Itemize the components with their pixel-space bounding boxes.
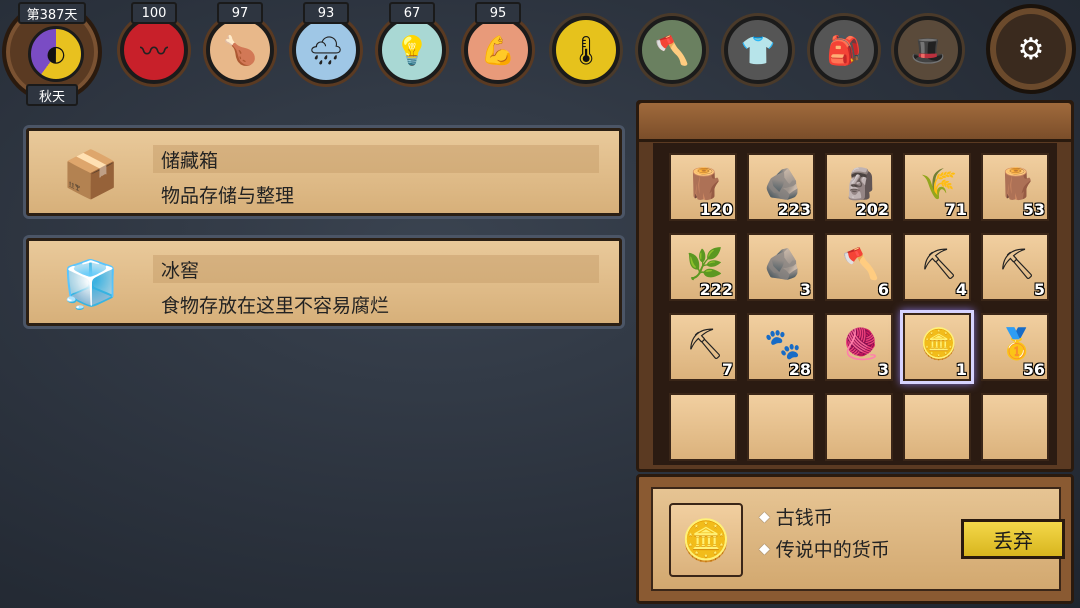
rain-cloud-icon: 🌧 xyxy=(292,16,360,84)
inventory-slot[interactable]: 🪵 53 xyxy=(981,153,1049,221)
item-count: 56 xyxy=(1022,360,1045,379)
item-detail-panel: 🪙 ◆ 古钱币 ◆ 传说中的货币 丢弃 xyxy=(636,474,1074,604)
hat-icon[interactable]: 🎩 xyxy=(894,16,962,84)
building-card[interactable]: 📦 储藏箱物品存储与整理 xyxy=(26,128,622,216)
inventory-slot[interactable]: ⛏ 7 xyxy=(669,313,737,381)
item-count: 6 xyxy=(877,280,889,299)
item-name-line: ◆ 古钱币 xyxy=(759,503,833,530)
empty-inventory-slot[interactable] xyxy=(669,393,737,461)
item-count: 5 xyxy=(1033,280,1045,299)
inventory-rim xyxy=(636,100,1074,142)
inventory-slot[interactable]: ⛏ 4 xyxy=(903,233,971,301)
inventory-slot[interactable]: 🪓 6 xyxy=(825,233,893,301)
building-description: 物品存储与整理 xyxy=(161,185,295,207)
inventory-panel: 🪵 120 🪨 223 🗿 202 🌾 71 🪵 53 🌿 222 🪨 3 🪓 6 ⛏ 4 ⛏ 5 ⛏ 7 🐾 28 🧶 3 🪙 1 🥇… xyxy=(636,100,1074,472)
backpack-slot-icon[interactable]: 🎒 xyxy=(810,16,878,84)
diamond-bullet-icon: ◆ xyxy=(759,508,770,525)
axe-icon[interactable]: 🪓 xyxy=(638,16,706,84)
item-count: 53 xyxy=(1022,200,1045,219)
item-count: 3 xyxy=(877,360,889,379)
item-count: 28 xyxy=(788,360,811,379)
thermometer-icon: 🌡 xyxy=(552,16,620,84)
discard-button[interactable]: 丢弃 xyxy=(961,519,1065,559)
item-desc-line: ◆ 传说中的货币 xyxy=(759,535,890,562)
item-detail-body: 🪙 ◆ 古钱币 ◆ 传说中的货币 丢弃 xyxy=(651,487,1065,591)
lightbulb-icon: 💡 xyxy=(378,16,446,84)
item-description: 传说中的货币 xyxy=(775,539,890,561)
item-name: 古钱币 xyxy=(775,507,833,529)
item-count: 4 xyxy=(955,280,967,299)
inventory-slot[interactable]: 🪨 3 xyxy=(747,233,815,301)
inventory-slot[interactable]: 🗿 202 xyxy=(825,153,893,221)
inventory-grid: 🪵 120 🪨 223 🗿 202 🌾 71 🪵 53 🌿 222 🪨 3 🪓 6 ⛏ 4 ⛏ 5 ⛏ 7 🐾 28 🧶 3 🪙 1 🥇… xyxy=(653,143,1057,465)
heartbeat-icon: 〰 xyxy=(120,16,188,84)
empty-inventory-slot[interactable] xyxy=(981,393,1049,461)
diamond-bullet-icon: ◆ xyxy=(759,540,770,557)
building-description: 食物存放在这里不容易腐烂 xyxy=(161,295,390,317)
inventory-slot[interactable]: 🪵 120 xyxy=(669,153,737,221)
item-count: 1 xyxy=(955,360,967,379)
building-title: 储藏箱 xyxy=(153,145,599,173)
item-count: 223 xyxy=(777,200,811,219)
item-count: 202 xyxy=(855,200,889,219)
item-count: 71 xyxy=(944,200,967,219)
day-counter: 第387天 xyxy=(18,2,86,24)
inventory-slot[interactable]: 🥇 56 xyxy=(981,313,1049,381)
thirst-value: 93 xyxy=(303,2,349,24)
muscle-icon: 💪 xyxy=(464,16,532,84)
item-count: 222 xyxy=(699,280,733,299)
strength-value: 95 xyxy=(475,2,521,24)
empty-inventory-slot[interactable] xyxy=(825,393,893,461)
inventory-slot[interactable]: 🪙 1 xyxy=(903,313,971,381)
inventory-slot[interactable]: 🧶 3 xyxy=(825,313,893,381)
item-count: 7 xyxy=(721,360,733,379)
inventory-slot[interactable]: ⛏ 5 xyxy=(981,233,1049,301)
settings-button[interactable]: ⚙ xyxy=(986,4,1076,94)
day-night-clock-icon: ◐ xyxy=(28,26,84,82)
storage-chest-icon: 📦 xyxy=(62,146,120,201)
empty-inventory-slot[interactable] xyxy=(747,393,815,461)
drumstick-icon: 🍗 xyxy=(206,16,274,84)
item-count: 3 xyxy=(799,280,811,299)
inventory-slot[interactable]: 🐾 28 xyxy=(747,313,815,381)
health-value: 100 xyxy=(131,2,177,24)
armor-slot-icon[interactable]: 👕 xyxy=(724,16,792,84)
inventory-slot[interactable]: 🪨 223 xyxy=(747,153,815,221)
building-title: 冰窖 xyxy=(153,255,599,283)
inventory-slot[interactable]: 🌿 222 xyxy=(669,233,737,301)
status-bar: ◐ 第387天 秋天 100 〰 97 🍗 93 🌧 67 💡 95 💪 🌡 🪓 👕 🎒 🎩 ⚙ xyxy=(0,0,1080,110)
inventory-slot[interactable]: 🌾 71 xyxy=(903,153,971,221)
ice-cellar-icon: 🧊 xyxy=(62,256,120,311)
empty-inventory-slot[interactable] xyxy=(903,393,971,461)
item-count: 120 xyxy=(699,200,733,219)
hunger-value: 97 xyxy=(217,2,263,24)
sanity-value: 67 xyxy=(389,2,435,24)
ancient-coin-icon: 🪙 xyxy=(669,503,743,577)
building-card[interactable]: 🧊 冰窖食物存放在这里不容易腐烂 xyxy=(26,238,622,326)
season-label: 秋天 xyxy=(26,84,78,106)
